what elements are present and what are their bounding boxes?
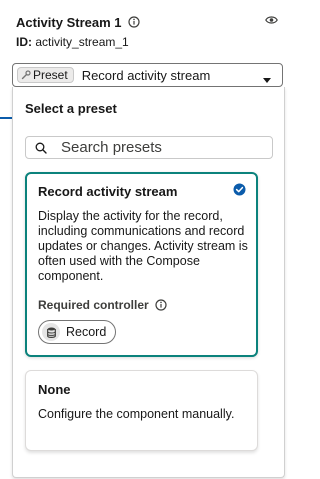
- eye-icon[interactable]: [265, 15, 278, 25]
- info-icon[interactable]: [127, 16, 140, 28]
- database-icon: [42, 323, 60, 341]
- info-icon[interactable]: [155, 299, 167, 311]
- search-input[interactable]: [61, 139, 261, 156]
- combobox-value: Record activity stream: [81, 67, 211, 83]
- option-description: Configure the component manually.: [38, 407, 235, 421]
- dropdown-heading: Select a preset: [25, 101, 117, 116]
- component-header: Activity Stream 1 ID: activity_stream_1: [16, 12, 278, 49]
- required-controller-label: Required controller: [38, 298, 149, 312]
- wrench-icon: [21, 70, 31, 80]
- title-row: Activity Stream 1: [16, 12, 278, 32]
- component-title: Activity Stream 1: [16, 14, 122, 30]
- id-value: activity_stream_1: [35, 35, 129, 49]
- controller-pill: Record: [38, 320, 117, 344]
- preset-dropdown: Select a preset Record activity stream D…: [12, 87, 285, 478]
- option-title: None: [38, 382, 71, 397]
- search-box[interactable]: [25, 136, 273, 159]
- search-icon: [35, 142, 47, 154]
- check-circle-icon: [233, 183, 246, 201]
- id-label: ID:: [16, 35, 32, 49]
- option-description: Display the activity for the record, inc…: [38, 209, 248, 283]
- accent-line: [0, 117, 12, 119]
- preset-pill: Preset: [17, 67, 74, 83]
- preset-option-record-activity-stream[interactable]: Record activity stream Display the activ…: [25, 172, 258, 357]
- option-title: Record activity stream: [38, 184, 178, 199]
- preset-pill-label: Preset: [33, 68, 68, 82]
- preset-option-none[interactable]: None Configure the component manually.: [25, 370, 258, 451]
- component-id: ID: activity_stream_1: [16, 35, 278, 49]
- preset-combobox[interactable]: Preset Record activity stream: [12, 63, 283, 87]
- required-controller-row: Required controller: [38, 298, 167, 312]
- controller-pill-label: Record: [66, 325, 107, 339]
